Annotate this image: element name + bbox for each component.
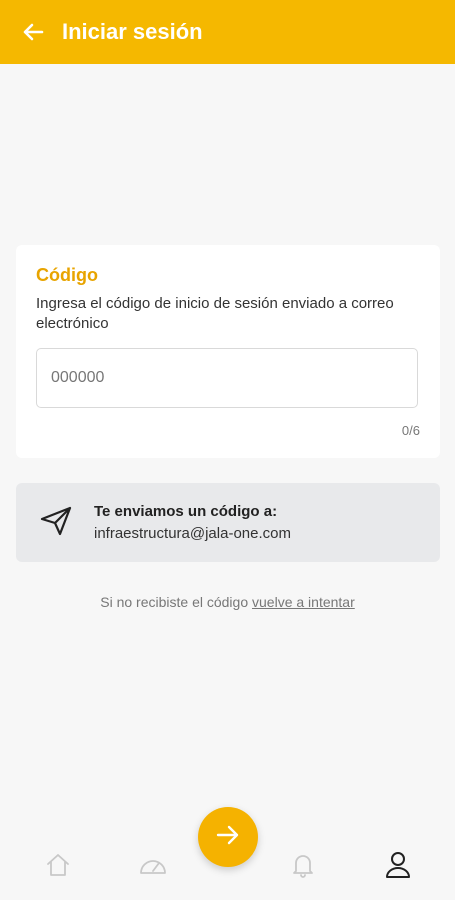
retry-text: Si no recibiste el código vuelve a inten… xyxy=(0,594,455,610)
code-sent-info: Te enviamos un código a: infraestructura… xyxy=(16,483,440,562)
nav-dashboard[interactable] xyxy=(137,851,169,883)
home-icon xyxy=(44,851,72,884)
arrow-left-icon[interactable] xyxy=(22,21,44,43)
nav-profile[interactable] xyxy=(382,851,414,883)
nav-home[interactable] xyxy=(42,851,74,883)
user-icon xyxy=(383,850,413,885)
character-counter: 0/6 xyxy=(401,423,420,438)
retry-link[interactable]: vuelve a intentar xyxy=(252,594,355,610)
page-title: Iniciar sesión xyxy=(62,19,203,44)
next-button[interactable] xyxy=(198,807,258,867)
dashboard-icon xyxy=(137,851,169,884)
code-title: Código xyxy=(36,265,98,285)
bell-icon xyxy=(289,851,317,884)
app-header: Iniciar sesión xyxy=(0,0,455,64)
info-email: infraestructura@jala-one.com xyxy=(94,525,291,542)
paper-plane-icon xyxy=(38,503,74,539)
arrow-right-icon xyxy=(214,821,242,854)
code-input[interactable] xyxy=(36,348,418,408)
retry-prefix: Si no recibiste el código xyxy=(100,594,249,610)
info-title: Te enviamos un código a: xyxy=(94,503,278,520)
code-card: Código Ingresa el código de inicio de se… xyxy=(16,245,440,458)
code-description: Ingresa el código de inicio de sesión en… xyxy=(36,295,394,332)
nav-notifications[interactable] xyxy=(287,851,319,883)
